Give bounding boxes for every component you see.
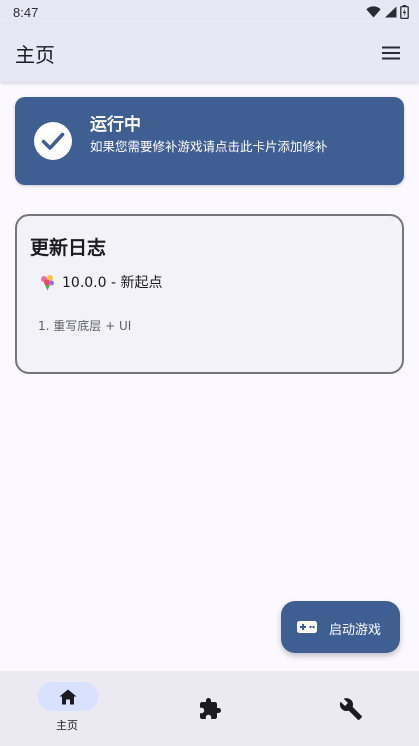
puzzle-icon	[200, 698, 221, 719]
status-card[interactable]: 运行中 如果您需要修补游戏请点击此卡片添加修补	[15, 97, 404, 185]
nav-item-home[interactable]: 主页	[0, 671, 140, 746]
check-circle-icon	[34, 122, 72, 160]
launch-game-button[interactable]: 启动游戏	[281, 601, 400, 653]
bottom-navigation: 主页	[0, 671, 419, 746]
top-app-bar: 主页	[0, 24, 419, 82]
gamepad-icon	[297, 621, 317, 633]
home-icon	[59, 689, 77, 704]
menu-button[interactable]	[379, 41, 403, 65]
wrench-icon	[339, 698, 362, 720]
status-time: 8:47	[13, 4, 39, 20]
nav-item-tools[interactable]	[280, 671, 419, 746]
status-icons	[366, 5, 409, 19]
hamburger-menu-icon	[382, 46, 400, 60]
page-title: 主页	[15, 42, 55, 67]
version-label: 10.0.0 - 新起点	[62, 275, 163, 291]
battery-icon	[400, 5, 409, 19]
wifi-icon	[366, 6, 381, 18]
status-subtitle: 如果您需要修补游戏请点击此卡片添加修补	[90, 139, 328, 154]
version-row: 10.0.0 - 新起点	[39, 272, 162, 292]
bouquet-icon	[41, 274, 54, 290]
changelog-title: 更新日志	[30, 237, 107, 259]
nav-active-indicator	[38, 682, 98, 711]
launch-game-label: 启动游戏	[329, 623, 382, 638]
nav-item-plugins[interactable]	[140, 671, 280, 746]
nav-label-home: 主页	[56, 719, 78, 732]
changelog-card: 更新日志 10.0.0 - 新起点 1. 重写底层 + UI	[15, 214, 404, 374]
status-bar: 8:47	[0, 0, 419, 24]
status-title: 运行中	[90, 115, 141, 135]
signal-icon	[385, 6, 397, 18]
changelog-item: 1. 重写底层 + UI	[38, 319, 132, 333]
